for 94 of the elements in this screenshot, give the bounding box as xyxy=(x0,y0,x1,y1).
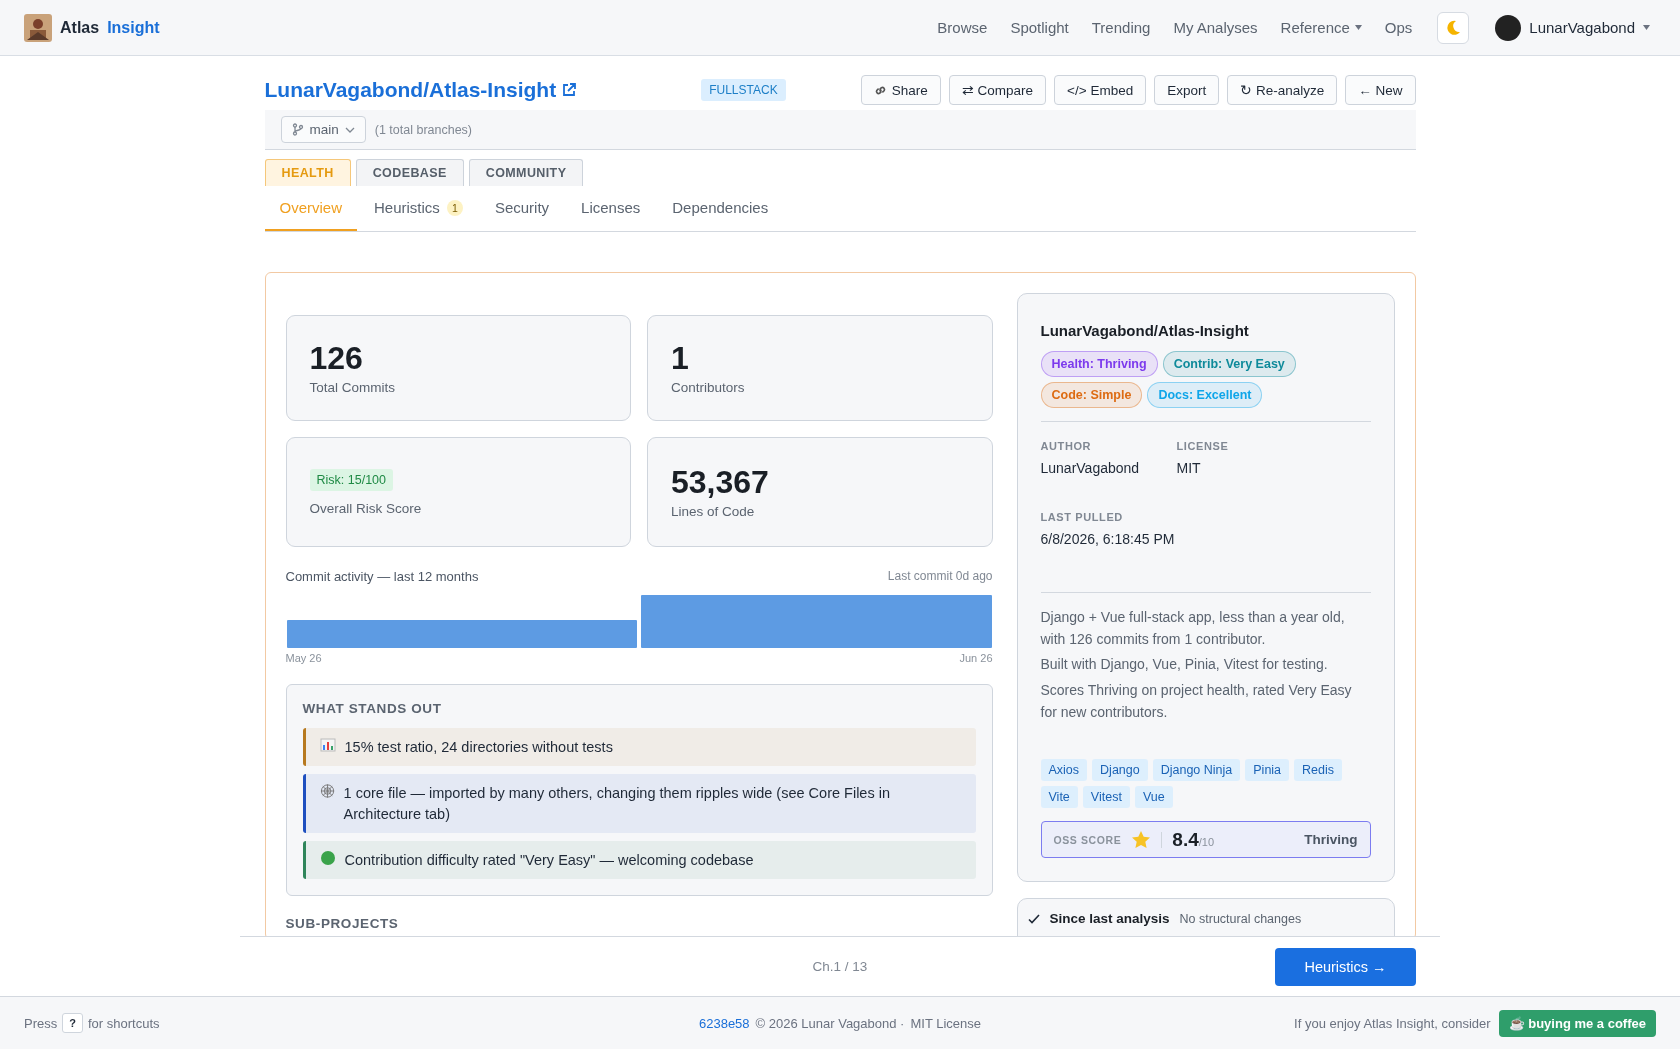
field-value: 6/8/2026, 6:18:45 PM xyxy=(1040,531,1176,547)
score-label: OSS SCORE xyxy=(1053,833,1122,846)
copyright-text: © 2026 Lunar Vagabond · xyxy=(755,1015,905,1031)
logo-icon[interactable] xyxy=(24,13,52,42)
score-status: Thriving xyxy=(1304,832,1358,848)
summary-text: Django + Vue full-stack app, less than a year old, with 126 commits from 1 contributor. xyxy=(1040,608,1346,649)
spider-web-icon xyxy=(319,783,335,800)
section-tab[interactable]: CODEBASE xyxy=(355,159,464,186)
field-label: LICENSE xyxy=(1176,440,1230,452)
action-button[interactable]: </> Embed xyxy=(1054,75,1147,105)
last-commit-note: Last commit 0d ago xyxy=(887,569,993,584)
action-button[interactable]: Export xyxy=(1154,75,1220,105)
chapter-position: Ch.1 / 13 xyxy=(812,959,868,974)
commit-link[interactable]: 6238e58 xyxy=(698,1015,750,1031)
stat-label: Contributors xyxy=(671,380,746,396)
count-badge: 1 xyxy=(446,199,463,216)
highlight-text: 15% test ratio, 24 directories without tests xyxy=(344,738,613,757)
rating-badge: Contrib: Very Easy xyxy=(1162,351,1296,377)
app-name[interactable]: Atlas xyxy=(60,18,100,37)
axis-label: May 26 xyxy=(285,652,322,664)
rating-badge: Code: Simple xyxy=(1040,382,1143,408)
summary-text: Built with Django, Vue, Pinia, Vitest for testing. xyxy=(1040,655,1329,675)
risk-badge: Risk: 15/100 xyxy=(309,468,393,491)
stat-label: Total Commits xyxy=(309,380,396,396)
stat-label: Overall Risk Score xyxy=(309,500,423,516)
footer-text: for shortcuts xyxy=(87,1015,160,1031)
branch-count: (1 total branches) xyxy=(374,122,473,137)
score-max: /10 xyxy=(1198,835,1215,848)
nav-link[interactable]: Spotlight xyxy=(1010,19,1069,36)
tech-tag: Redis xyxy=(1294,759,1343,782)
field-value: MIT xyxy=(1176,460,1202,476)
nav-link[interactable]: Reference xyxy=(1280,19,1362,36)
action-button[interactable]: ← New xyxy=(1345,75,1416,105)
nav-link[interactable]: Browse xyxy=(937,19,988,36)
sub-tab[interactable]: Heuristics 1 xyxy=(359,186,478,231)
action-button[interactable]: Share xyxy=(860,75,941,105)
highlight-text: 1 core file — imported by many others, changing them ripples wide (see Core Files in Architecture tab) xyxy=(343,784,891,824)
nav-link[interactable]: My Analyses xyxy=(1173,19,1258,36)
summary-text: Scores Thriving on project health, rated Very Easy for new contributors. xyxy=(1040,681,1353,722)
license-link[interactable]: MIT License xyxy=(910,1015,981,1031)
footer-text: Press xyxy=(24,1015,58,1031)
stat-value: 53,367 xyxy=(671,464,770,501)
next-chapter-button[interactable]: Heuristics → xyxy=(1275,947,1416,986)
stat-label: Lines of Code xyxy=(671,504,756,520)
repo-title-link[interactable]: LunarVagabond/Atlas-Insight xyxy=(264,78,577,102)
axis-label: Jun 26 xyxy=(959,652,993,664)
section-tab[interactable]: COMMUNITY xyxy=(468,159,584,186)
highlight-text: Contribution difficulty rated "Very Easy" — welcoming codebase xyxy=(344,850,754,870)
tech-tag: Vite xyxy=(1040,786,1078,809)
action-button[interactable]: ↻ Re-analyze xyxy=(1227,75,1338,105)
caret-icon xyxy=(1643,25,1650,30)
field-label: LAST PULLED xyxy=(1040,511,1124,523)
changes-note: No structural changes xyxy=(1179,911,1302,926)
changes-title: Since last analysis xyxy=(1049,911,1170,927)
footer-text: If you enjoy Atlas Insight, consider xyxy=(1294,1015,1491,1031)
section-heading: WHAT STANDS OUT xyxy=(302,701,443,716)
sub-tab[interactable]: Dependencies xyxy=(657,186,784,231)
theme-toggle-button[interactable] xyxy=(1437,11,1470,44)
shortcut-key[interactable]: ? xyxy=(62,1013,83,1033)
field-label: AUTHOR xyxy=(1040,440,1093,452)
nav-link[interactable]: Trending xyxy=(1091,19,1151,36)
bar-chart-icon xyxy=(319,737,336,753)
tech-tag: Vitest xyxy=(1082,786,1130,809)
tech-tag: Django xyxy=(1092,759,1148,782)
tech-tag: Axios xyxy=(1040,759,1088,782)
activity-title: Commit activity — last 12 months xyxy=(285,569,479,584)
nav-link[interactable]: Ops xyxy=(1384,19,1413,36)
sub-tab[interactable]: Licenses xyxy=(566,186,656,231)
user-menu[interactable]: LunarVagabond xyxy=(1489,13,1656,42)
avatar xyxy=(1495,14,1522,41)
stat-value: 1 xyxy=(671,340,690,377)
sub-tab[interactable]: Security xyxy=(479,186,565,231)
coffee-button[interactable]: ☕ buying me a coffee xyxy=(1498,1009,1656,1037)
section-heading: SUB-PROJECTS xyxy=(285,916,400,932)
action-button[interactable]: ⇄ Compare xyxy=(948,75,1047,105)
app-name-highlight[interactable]: Insight xyxy=(107,18,160,37)
caret-icon xyxy=(1354,25,1362,30)
tech-tag: Pinia xyxy=(1245,759,1290,782)
check-icon xyxy=(1027,912,1040,925)
project-type-badge: FULLSTACK xyxy=(701,79,786,101)
chevron-down-icon xyxy=(344,126,355,133)
branch-icon xyxy=(291,123,304,136)
rating-badge: Health: Thriving xyxy=(1040,351,1158,377)
circle-icon xyxy=(319,849,336,866)
branch-dropdown[interactable]: main xyxy=(280,116,366,143)
external-link-icon xyxy=(562,83,577,97)
tech-tag: Vue xyxy=(1134,786,1173,809)
field-value: LunarVagabond xyxy=(1040,460,1141,476)
star-icon xyxy=(1131,829,1152,850)
tech-tag: Django Ninja xyxy=(1152,759,1241,782)
stat-value: 126 xyxy=(309,340,364,377)
score-value: 8.4 xyxy=(1172,828,1199,850)
rating-badge: Docs: Excellent xyxy=(1147,382,1263,408)
summary-title: LunarVagabond/Atlas-Insight xyxy=(1040,322,1250,339)
